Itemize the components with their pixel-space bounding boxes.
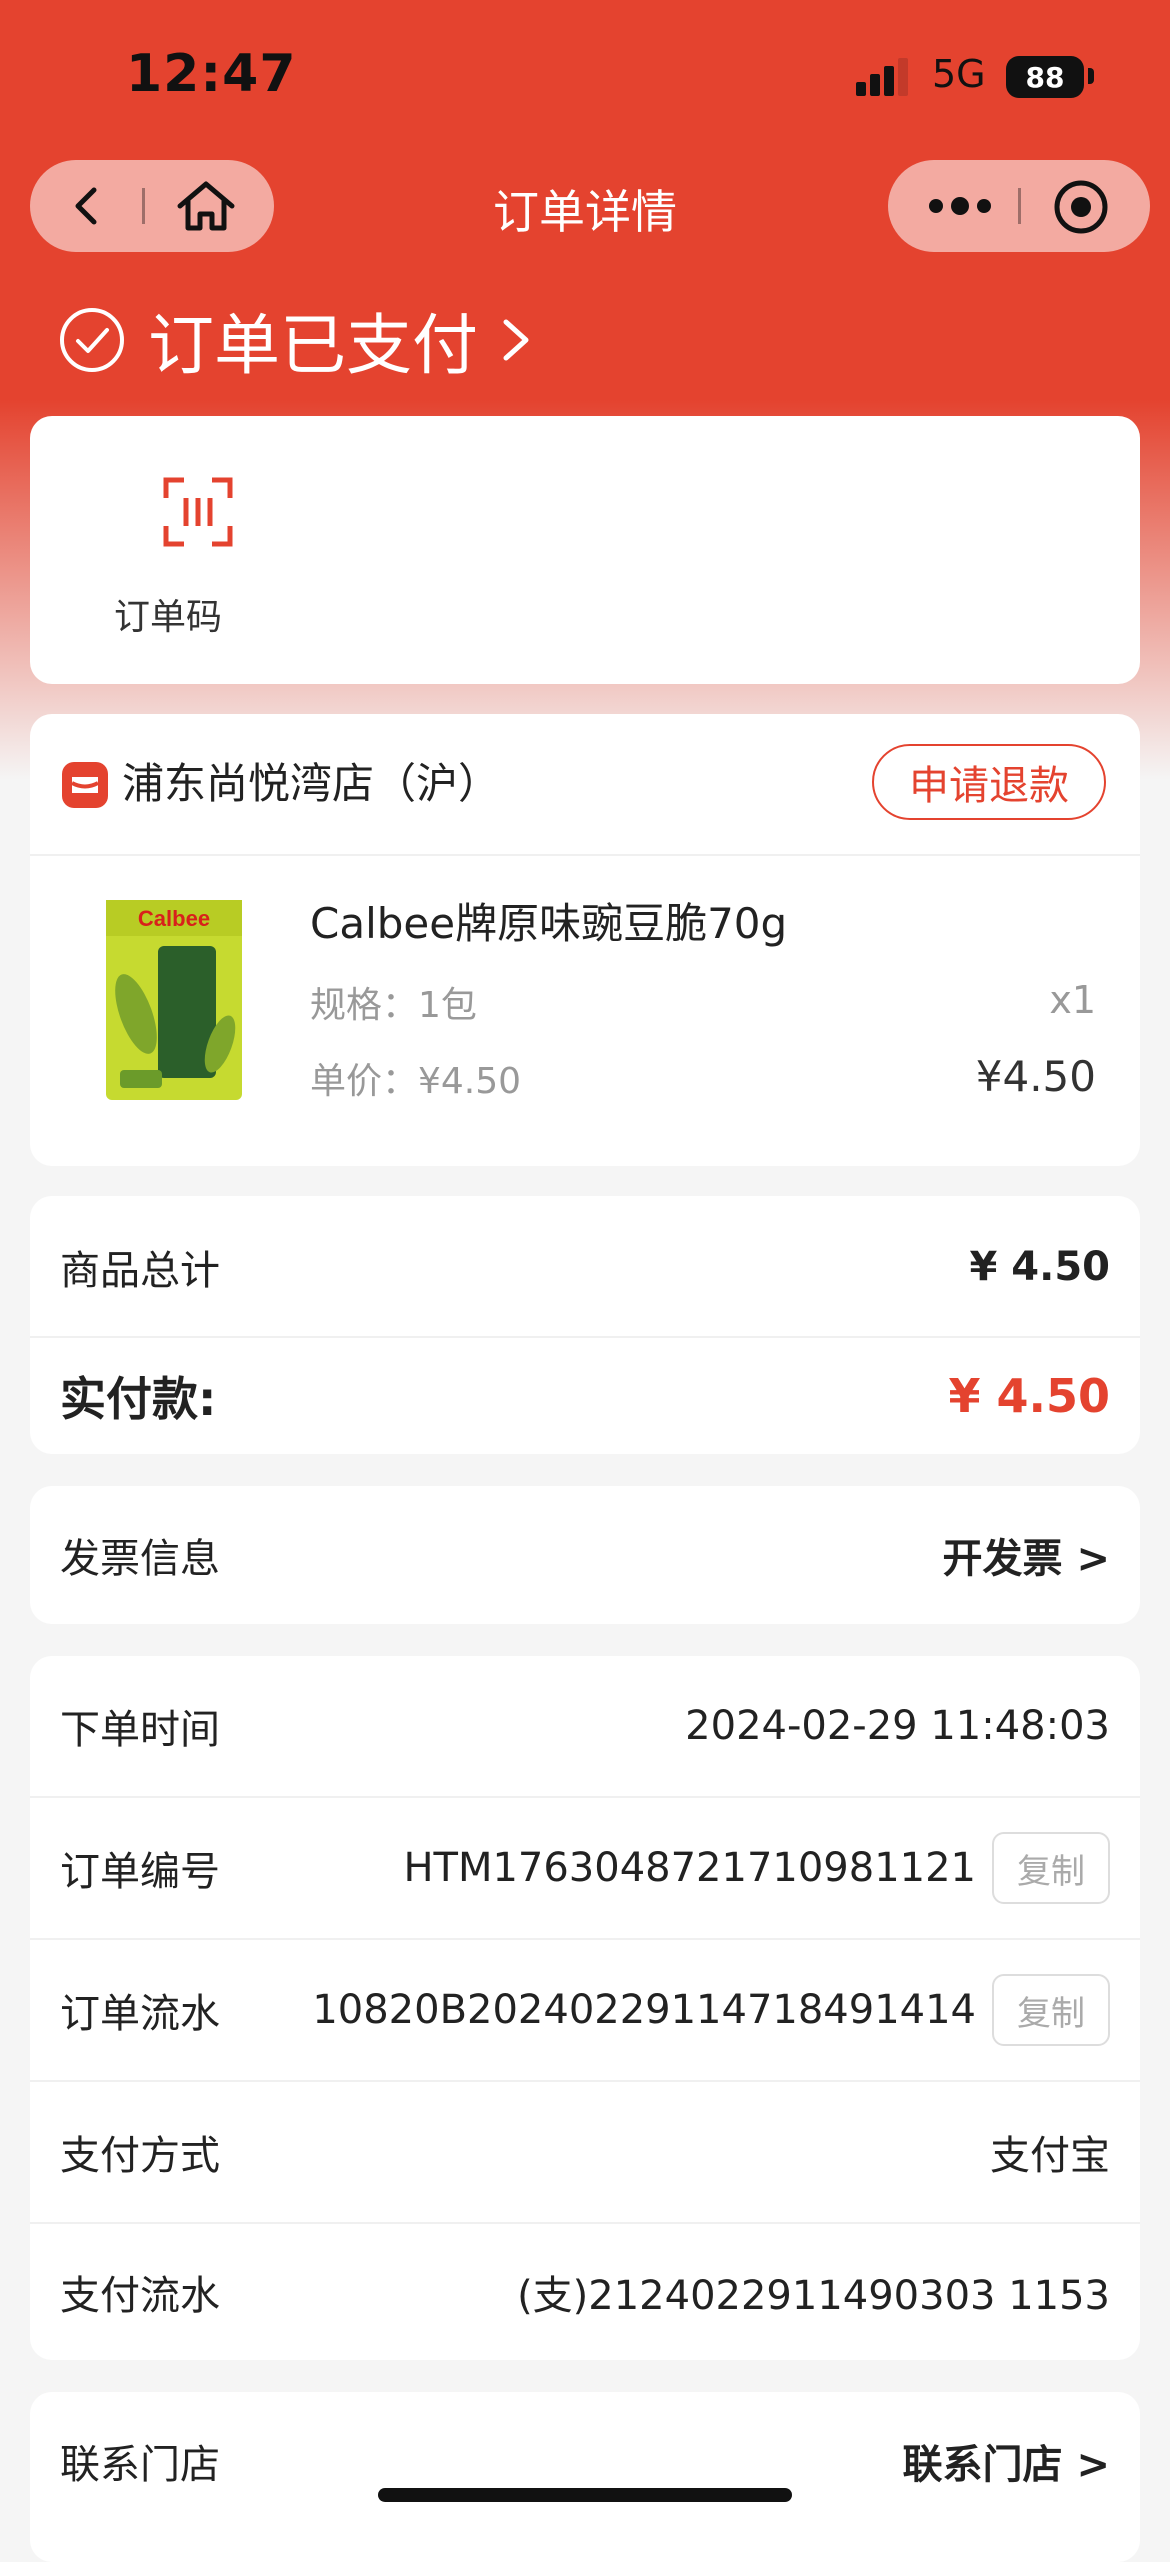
pay-method-row: 支付方式 支付宝 [60,2082,1110,2222]
product-image: Calbee [106,900,242,1100]
serial-group: 10820B20240229114718491414 复制 [312,1974,1110,2046]
paid-value: ¥ 4.50 [948,1369,1110,1423]
network-label: 5G [932,52,986,96]
order-time-row: 下单时间 2024-02-29 11:48:03 [60,1656,1110,1796]
total-label: 商品总计 [60,1248,220,1294]
order-status-text: 订单已支付 [148,307,478,384]
serial-row: 订单流水 10820B20240229114718491414 复制 [60,1940,1110,2080]
paid-row: 实付款: ¥ 4.50 [60,1338,1110,1454]
product-unit-price: 单价：¥4.50 [310,1061,522,1102]
paid-label: 实付款: [60,1372,217,1426]
pay-method-label: 支付方式 [60,2133,220,2179]
pay-serial-row: 支付流水 (支)2124022911490303 1153 [60,2224,1110,2360]
product-quantity: x1 [1049,978,1096,1022]
refund-button[interactable]: 申请退款 [872,744,1106,820]
contact-action[interactable]: 联系门店 > [903,2432,1110,2490]
pay-method-value: 支付宝 [990,2133,1110,2179]
order-number-value: HTM1763048721710981121 [403,1845,976,1891]
copy-order-number-button[interactable]: 复制 [992,1832,1110,1904]
battery-icon: 88 [1006,56,1084,98]
order-number-label: 订单编号 [60,1849,220,1895]
status-time: 12:47 [126,44,297,104]
copy-serial-button[interactable]: 复制 [992,1974,1110,2046]
signal-icon [856,58,908,96]
product-card: 浦东尚悦湾店（沪） 申请退款 Calbee Calbee牌原味豌豆脆70g 规格… [30,714,1140,1166]
order-time-label: 下单时间 [60,1707,220,1753]
invoice-action[interactable]: 开发票 > [943,1526,1110,1584]
invoice-row: 发票信息 开发票 > [60,1486,1110,1624]
more-icon[interactable] [926,188,994,224]
product-image-brand: Calbee [138,906,210,931]
check-circle-icon [60,308,124,372]
summary-card: 商品总计 ¥ 4.50 实付款: ¥ 4.50 [30,1196,1140,1454]
store-name: 浦东尚悦湾店（沪） [122,759,501,808]
total-row: 商品总计 ¥ 4.50 [60,1196,1110,1338]
order-number-row: 订单编号 HTM1763048721710981121 复制 [60,1798,1110,1938]
capsule-divider [1018,188,1021,224]
pay-serial-value: (支)2124022911490303 1153 [517,2273,1110,2319]
divider [30,854,1140,856]
total-value: ¥ 4.50 [969,1244,1110,1290]
order-details-card: 下单时间 2024-02-29 11:48:03 订单编号 HTM1763048… [30,1656,1140,2360]
invoice-card: 发票信息 开发票 > [30,1486,1140,1624]
battery-level: 88 [1025,60,1065,94]
battery-tip [1088,68,1094,84]
serial-value: 10820B20240229114718491414 [312,1987,976,2033]
order-status[interactable]: 订单已支付 [58,292,558,388]
contact-label: 联系门店 [60,2442,220,2488]
order-code-label: 订单码 [114,597,223,638]
product-price: ¥4.50 [975,1052,1096,1101]
quick-actions-card: 订单码 [30,416,1140,684]
product-name: Calbee牌原味豌豆脆70g [310,899,788,948]
home-indicator[interactable] [378,2488,792,2502]
nav-capsule-right [888,160,1150,252]
contact-row: 联系门店 联系门店 > [60,2392,1110,2530]
order-time-value: 2024-02-29 11:48:03 [685,1703,1110,1749]
invoice-label: 发票信息 [60,1536,220,1582]
close-miniprogram-icon[interactable] [1052,178,1110,236]
product-spec: 规格：1包 [310,985,477,1026]
order-number-group: HTM1763048721710981121 复制 [403,1832,1110,1904]
pay-serial-label: 支付流水 [60,2273,220,2319]
scan-code-icon [163,477,233,547]
store-icon [62,762,108,808]
serial-label: 订单流水 [60,1991,220,2037]
chevron-right-icon [503,319,529,361]
contact-card: 联系门店 联系门店 > [30,2392,1140,2562]
